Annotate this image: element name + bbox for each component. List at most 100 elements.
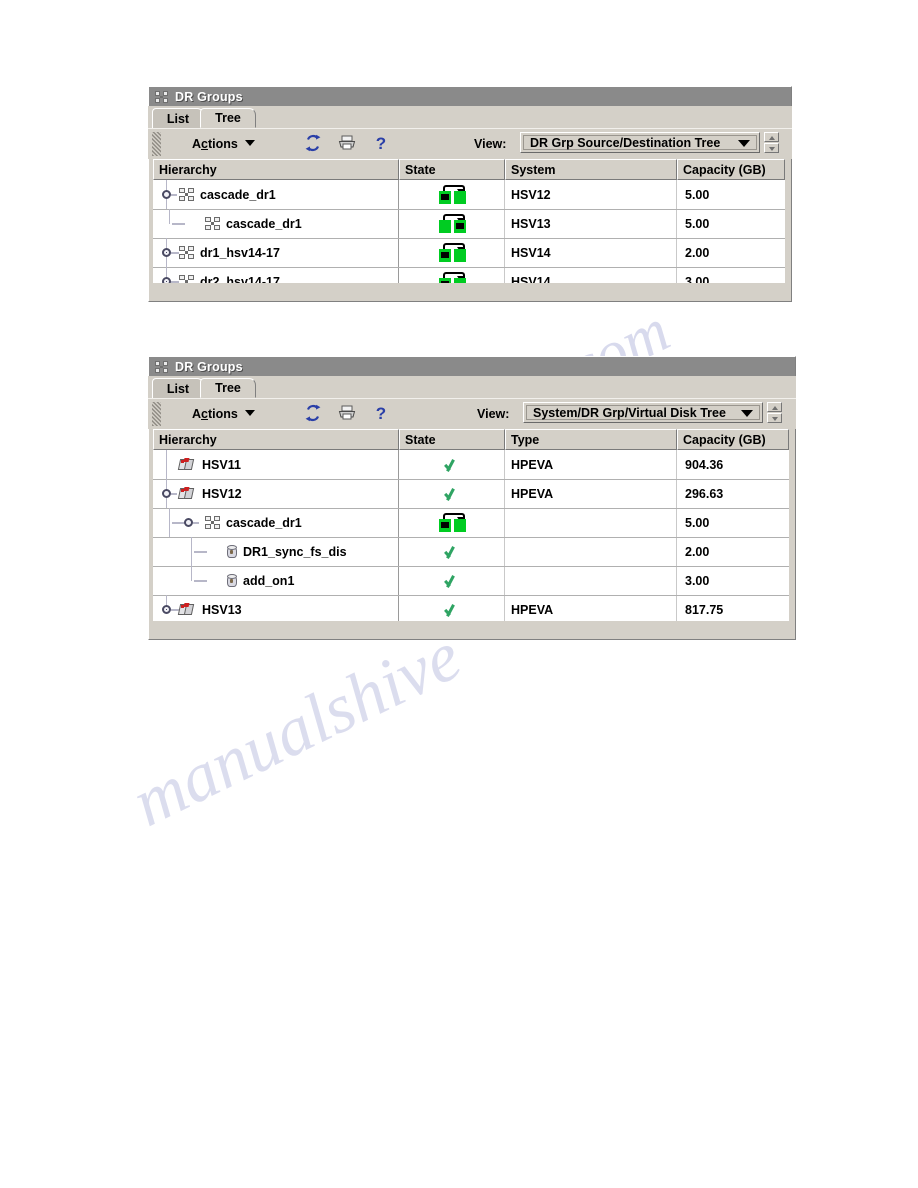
print-icon[interactable] <box>338 134 356 152</box>
state-cell <box>399 479 505 508</box>
actions-menu-button[interactable]: Actions <box>192 407 255 421</box>
dr-group-icon <box>155 90 168 103</box>
table-row[interactable]: HSV12 HPEVA 296.63 <box>153 479 789 509</box>
toolbar-grip[interactable] <box>152 402 161 426</box>
view-select[interactable]: DR Grp Source/Destination Tree <box>520 132 760 153</box>
tree-expand-toggle[interactable] <box>184 518 193 527</box>
tab-tree[interactable]: Tree <box>200 108 256 128</box>
table-row[interactable]: add_on1 3.00 <box>153 566 789 596</box>
type-cell: HPEVA <box>511 486 554 501</box>
svg-text:?: ? <box>376 134 386 152</box>
status-ok-icon <box>444 573 460 589</box>
refresh-icon[interactable] <box>304 134 322 152</box>
tree-table: Hierarchy State Type Capacity (GB) HSV11 HPEV… <box>153 429 789 621</box>
storage-array-icon <box>177 486 196 501</box>
status-ok-icon <box>444 457 460 473</box>
column-header-type[interactable]: Type <box>505 429 677 450</box>
table-header-row: Hierarchy State System Capacity (GB) <box>153 159 785 180</box>
tree-expand-toggle[interactable] <box>162 605 171 614</box>
toolbar: Actions? View: System/DR Grp/Virtual Disk … <box>148 398 796 429</box>
spinner-up-button[interactable] <box>767 402 782 412</box>
table-row[interactable]: HSV11 HPEVA 904.36 <box>153 450 789 480</box>
column-header-state[interactable]: State <box>399 159 505 180</box>
view-label: View: <box>474 137 507 151</box>
capacity-cell: 5.00 <box>685 515 710 530</box>
type-cell: HSV14 <box>511 245 551 260</box>
tree-expand-toggle[interactable] <box>162 190 171 199</box>
capacity-cell: 904.36 <box>685 457 724 472</box>
dr-group-icon <box>179 188 194 201</box>
type-cell: HPEVA <box>511 602 554 617</box>
tab-tree[interactable]: Tree <box>200 378 256 398</box>
table-row[interactable]: cascade_dr1 HSV13 5.00 <box>153 209 785 239</box>
view-spinner[interactable] <box>767 402 782 423</box>
type-cell <box>511 566 677 595</box>
hierarchy-cell: cascade_dr1 <box>205 209 399 238</box>
status-ok-icon <box>444 602 460 618</box>
view-select-value: System/DR Grp/Virtual Disk Tree <box>533 405 726 420</box>
tab-list[interactable]: List <box>152 378 204 398</box>
capacity-cell: 817.75 <box>685 602 724 617</box>
capacity-cell: 296.63 <box>685 486 724 501</box>
toolbar-grip[interactable] <box>152 132 161 156</box>
column-header-capacity-gb[interactable]: Capacity (GB) <box>677 159 785 180</box>
table-row[interactable]: dr2_hsv14-17 HSV14 3.00 <box>153 267 785 283</box>
column-header-hierarchy[interactable]: Hierarchy <box>153 429 399 450</box>
print-icon[interactable] <box>338 404 356 422</box>
table-row[interactable]: DR1_sync_fs_dis 2.00 <box>153 537 789 567</box>
table-body: HSV11 HPEVA 904.36 HSV12 HPEVA 296.63 cascade_… <box>153 450 789 621</box>
spinner-down-button[interactable] <box>767 413 782 423</box>
actions-menu-button[interactable]: Actions <box>192 137 255 151</box>
tab-label: List <box>166 111 190 126</box>
panel-title: DR Groups <box>175 359 243 374</box>
tree-expand-toggle[interactable] <box>162 277 171 283</box>
view-select[interactable]: System/DR Grp/Virtual Disk Tree <box>523 402 763 423</box>
column-header-hierarchy[interactable]: Hierarchy <box>153 159 399 180</box>
type-cell: HSV13 <box>511 216 551 231</box>
help-icon[interactable]: ? <box>372 404 390 423</box>
column-header-state[interactable]: State <box>399 429 505 450</box>
node-label: DR1_sync_fs_dis <box>243 544 347 559</box>
tree-expand-toggle[interactable] <box>162 248 171 257</box>
dr-group-icon <box>155 360 168 373</box>
table-row[interactable]: cascade_dr1 5.00 <box>153 508 789 538</box>
state-cell <box>399 566 505 595</box>
capacity-cell: 2.00 <box>685 544 710 559</box>
table-body: cascade_dr1 HSV12 5.00 cascade_dr1 HSV13 5.00… <box>153 180 785 283</box>
dr-group-icon <box>205 516 220 529</box>
view-spinner[interactable] <box>764 132 779 153</box>
column-header-capacity-gb[interactable]: Capacity (GB) <box>677 429 789 450</box>
type-cell: HSV12 <box>511 187 551 202</box>
tab-strip: List Tree <box>148 376 796 398</box>
view-label: View: <box>477 407 510 421</box>
tab-label: Tree <box>215 111 241 125</box>
chevron-down-icon <box>738 140 750 147</box>
table-header-row: Hierarchy State Type Capacity (GB) <box>153 429 789 450</box>
refresh-icon[interactable] <box>304 404 322 422</box>
chevron-down-icon <box>244 140 255 146</box>
chevron-down-icon <box>741 410 753 417</box>
help-icon[interactable]: ? <box>372 134 390 153</box>
node-label: cascade_dr1 <box>226 515 302 530</box>
table-row[interactable]: HSV13 HPEVA 817.75 <box>153 595 789 621</box>
node-label: HSV13 <box>202 602 242 617</box>
spinner-up-button[interactable] <box>764 132 779 142</box>
tree-table: Hierarchy State System Capacity (GB) cascade… <box>153 159 785 283</box>
tree-expand-toggle[interactable] <box>162 489 171 498</box>
dr-group-icon <box>179 275 194 283</box>
spinner-down-button[interactable] <box>764 143 779 153</box>
hierarchy-cell: dr2_hsv14-17 <box>179 267 399 283</box>
capacity-cell: 3.00 <box>685 573 710 588</box>
tab-list[interactable]: List <box>152 108 204 128</box>
node-label: add_on1 <box>243 573 295 588</box>
type-cell <box>511 508 677 537</box>
column-header-system[interactable]: System <box>505 159 677 180</box>
hierarchy-cell: cascade_dr1 <box>205 508 399 537</box>
svg-text:?: ? <box>376 404 386 422</box>
status-ok-icon <box>444 544 460 560</box>
table-row[interactable]: dr1_hsv14-17 HSV14 2.00 <box>153 238 785 268</box>
dr-group-icon <box>205 217 220 230</box>
storage-array-icon <box>177 457 196 472</box>
table-row[interactable]: cascade_dr1 HSV12 5.00 <box>153 180 785 210</box>
hierarchy-cell: HSV11 <box>177 450 399 479</box>
